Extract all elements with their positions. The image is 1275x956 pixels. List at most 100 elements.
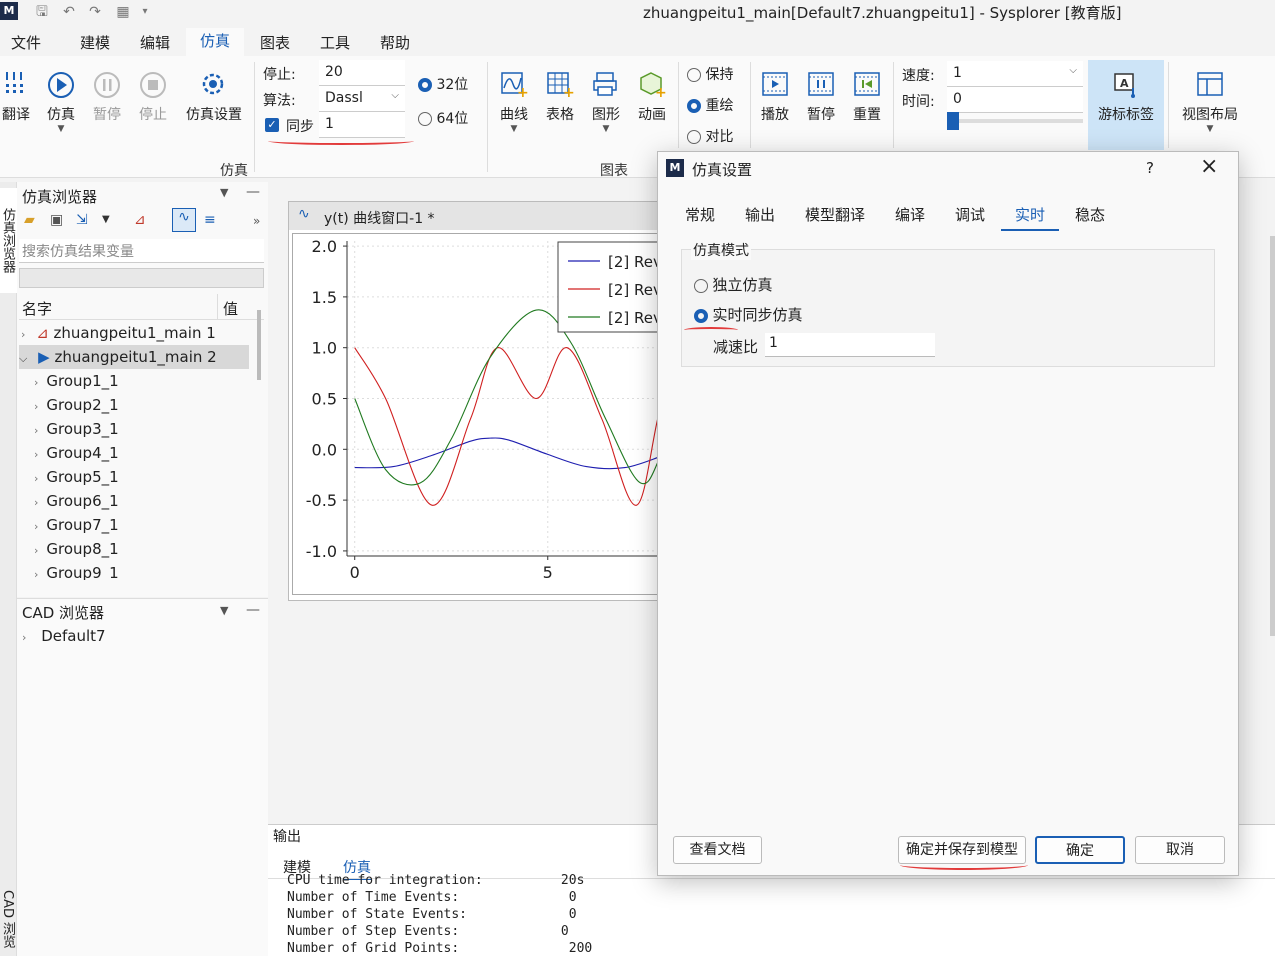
- menu-tools[interactable]: 工具: [320, 32, 350, 53]
- time-input[interactable]: 0: [947, 87, 1083, 113]
- sync-checkbox[interactable]: ✓: [265, 118, 279, 132]
- ok-button[interactable]: 确定: [1035, 836, 1125, 864]
- time-slider-track[interactable]: [947, 119, 1083, 123]
- export-dropdown-icon[interactable]: ▼: [102, 214, 110, 225]
- export-icon[interactable]: ⇲: [76, 212, 88, 228]
- filter-bar[interactable]: [19, 268, 264, 288]
- radio-64bit[interactable]: 64位: [418, 108, 468, 128]
- pause-button[interactable]: 暂停: [89, 70, 125, 124]
- simulate-button[interactable]: 仿真 ▼: [42, 70, 80, 134]
- pause-playback-button[interactable]: 暂停: [803, 70, 839, 124]
- toolbar-icon[interactable]: ▦: [114, 3, 132, 21]
- view-docs-button[interactable]: 查看文档: [673, 836, 762, 864]
- graphic-dropdown-icon[interactable]: ▼: [588, 124, 624, 134]
- work-scrollbar[interactable]: [1270, 236, 1275, 636]
- col-value-header[interactable]: 值: [223, 298, 238, 319]
- mode-compare[interactable]: 对比: [687, 126, 733, 146]
- more-icon[interactable]: »: [253, 214, 260, 228]
- group-item[interactable]: › Group4_1: [34, 441, 249, 465]
- stop-time-input[interactable]: 20: [319, 60, 405, 86]
- chevron-right-icon[interactable]: ›: [34, 568, 38, 580]
- group-item[interactable]: › Group8_1: [34, 537, 249, 561]
- save-result-icon[interactable]: ▣: [50, 212, 63, 228]
- algorithm-select[interactable]: Dassl ⌵: [319, 86, 405, 112]
- list-icon[interactable]: ≡: [204, 212, 216, 228]
- tab-cad-browser-vertical[interactable]: CAD 浏览器: [0, 890, 17, 956]
- menu-file[interactable]: 文件: [11, 32, 41, 53]
- chevron-right-icon[interactable]: ›: [34, 472, 38, 485]
- stop-button[interactable]: 停止: [135, 70, 171, 124]
- menu-model[interactable]: 建模: [80, 32, 110, 53]
- chevron-right-icon[interactable]: ›: [21, 328, 25, 341]
- menu-simulation[interactable]: 仿真: [186, 28, 245, 56]
- undo-icon[interactable]: ↶: [60, 3, 78, 21]
- play-button[interactable]: 播放: [757, 70, 793, 124]
- mode-redraw[interactable]: 重绘: [687, 95, 733, 115]
- filter-curve-icon[interactable]: ∿: [172, 208, 196, 232]
- time-slider-thumb[interactable]: [947, 112, 959, 130]
- menu-edit[interactable]: 编辑: [140, 32, 170, 53]
- group-item[interactable]: › Group5_1: [34, 465, 249, 489]
- group-item[interactable]: › Group3_1: [34, 417, 249, 441]
- cursor-label-button[interactable]: A 游标标签: [1088, 60, 1164, 150]
- simulate-dropdown-icon[interactable]: ▼: [42, 124, 80, 134]
- sync-input[interactable]: 1: [319, 112, 405, 138]
- chevron-down-icon[interactable]: ⌵: [19, 352, 27, 365]
- open-folder-icon[interactable]: ▰: [24, 212, 35, 228]
- close-icon[interactable]: ×: [1200, 154, 1218, 179]
- dialog-tab-translate[interactable]: 模型翻译: [805, 204, 865, 225]
- tree-scrollbar[interactable]: [257, 310, 261, 380]
- curve-button[interactable]: + 曲线 ▼: [496, 70, 532, 134]
- group-item[interactable]: › Group2_1: [34, 393, 249, 417]
- dialog-tab-debug[interactable]: 调试: [955, 204, 985, 225]
- option-realtime-sync[interactable]: 实时同步仿真: [694, 304, 802, 325]
- group-item[interactable]: › Group6_1: [34, 489, 249, 513]
- redo-icon[interactable]: ↷: [86, 3, 104, 21]
- chevron-right-icon[interactable]: ›: [22, 631, 26, 644]
- reset-button[interactable]: 重置: [849, 70, 885, 124]
- menu-chart[interactable]: 图表: [260, 32, 290, 53]
- cad-item[interactable]: › Default7: [22, 624, 106, 648]
- speed-select[interactable]: 1 ⌵: [947, 61, 1083, 87]
- chevron-right-icon[interactable]: ›: [34, 376, 38, 389]
- graphic-button[interactable]: 图形 ▼: [588, 70, 624, 134]
- view-layout-dropdown-icon[interactable]: ▼: [1176, 124, 1244, 134]
- cancel-button[interactable]: 取消: [1135, 836, 1225, 864]
- col-name-header[interactable]: 名字: [22, 298, 52, 319]
- panel-dropdown-icon[interactable]: ▼: [220, 604, 228, 617]
- customize-dropdown-icon[interactable]: ▾: [136, 3, 154, 21]
- help-button[interactable]: ?: [1146, 159, 1154, 177]
- mode-keep[interactable]: 保持: [687, 64, 733, 84]
- table-button[interactable]: + 表格: [542, 70, 578, 124]
- curve-dropdown-icon[interactable]: ▼: [496, 124, 532, 134]
- panel-minimize-icon[interactable]: —: [246, 184, 260, 200]
- group-item[interactable]: › Group7_1: [34, 513, 249, 537]
- chevron-right-icon[interactable]: ›: [34, 520, 38, 533]
- sim-settings-button[interactable]: 仿真设置: [182, 70, 246, 124]
- search-variable-input[interactable]: 搜索仿真结果变量: [19, 239, 264, 263]
- group-item[interactable]: › Group1_1: [34, 369, 249, 393]
- translate-button[interactable]: 翻译: [0, 70, 32, 124]
- chevron-right-icon[interactable]: ›: [34, 400, 38, 413]
- menu-help[interactable]: 帮助: [380, 32, 410, 53]
- result-item-2[interactable]: ⌵ ▶ zhuangpeitu1_main 2: [19, 345, 249, 369]
- dialog-tab-output[interactable]: 输出: [745, 204, 775, 225]
- dialog-tab-compile[interactable]: 编译: [895, 204, 925, 225]
- group-item[interactable]: › Group9_1: [34, 561, 249, 580]
- save-icon[interactable]: 🖫: [33, 3, 51, 21]
- radio-32bit[interactable]: 32位: [418, 74, 468, 94]
- plot-chart[interactable]: 05102.01.51.00.50.0-0.5-1.0[2] Rev[2] Re…: [292, 233, 658, 595]
- panel-minimize-icon[interactable]: —: [246, 602, 260, 618]
- chevron-right-icon[interactable]: ›: [34, 448, 38, 461]
- dialog-tab-general[interactable]: 常规: [685, 204, 715, 225]
- view-layout-button[interactable]: 视图布局 ▼: [1176, 70, 1244, 134]
- tab-sim-browser-vertical[interactable]: 仿真浏览器: [0, 188, 17, 293]
- animation-button[interactable]: + 动画: [634, 70, 670, 124]
- panel-dropdown-icon[interactable]: ▼: [220, 186, 228, 199]
- result-item-1[interactable]: › ⊿ zhuangpeitu1_main 1: [19, 321, 249, 345]
- dialog-tab-steady[interactable]: 稳态: [1075, 204, 1105, 225]
- output-log[interactable]: CPU time for integration: 20s Number of …: [287, 872, 987, 956]
- slowdown-input[interactable]: 1: [765, 333, 935, 357]
- plot-variable-icon[interactable]: ⊿: [134, 212, 146, 228]
- option-standalone[interactable]: 独立仿真: [694, 274, 772, 295]
